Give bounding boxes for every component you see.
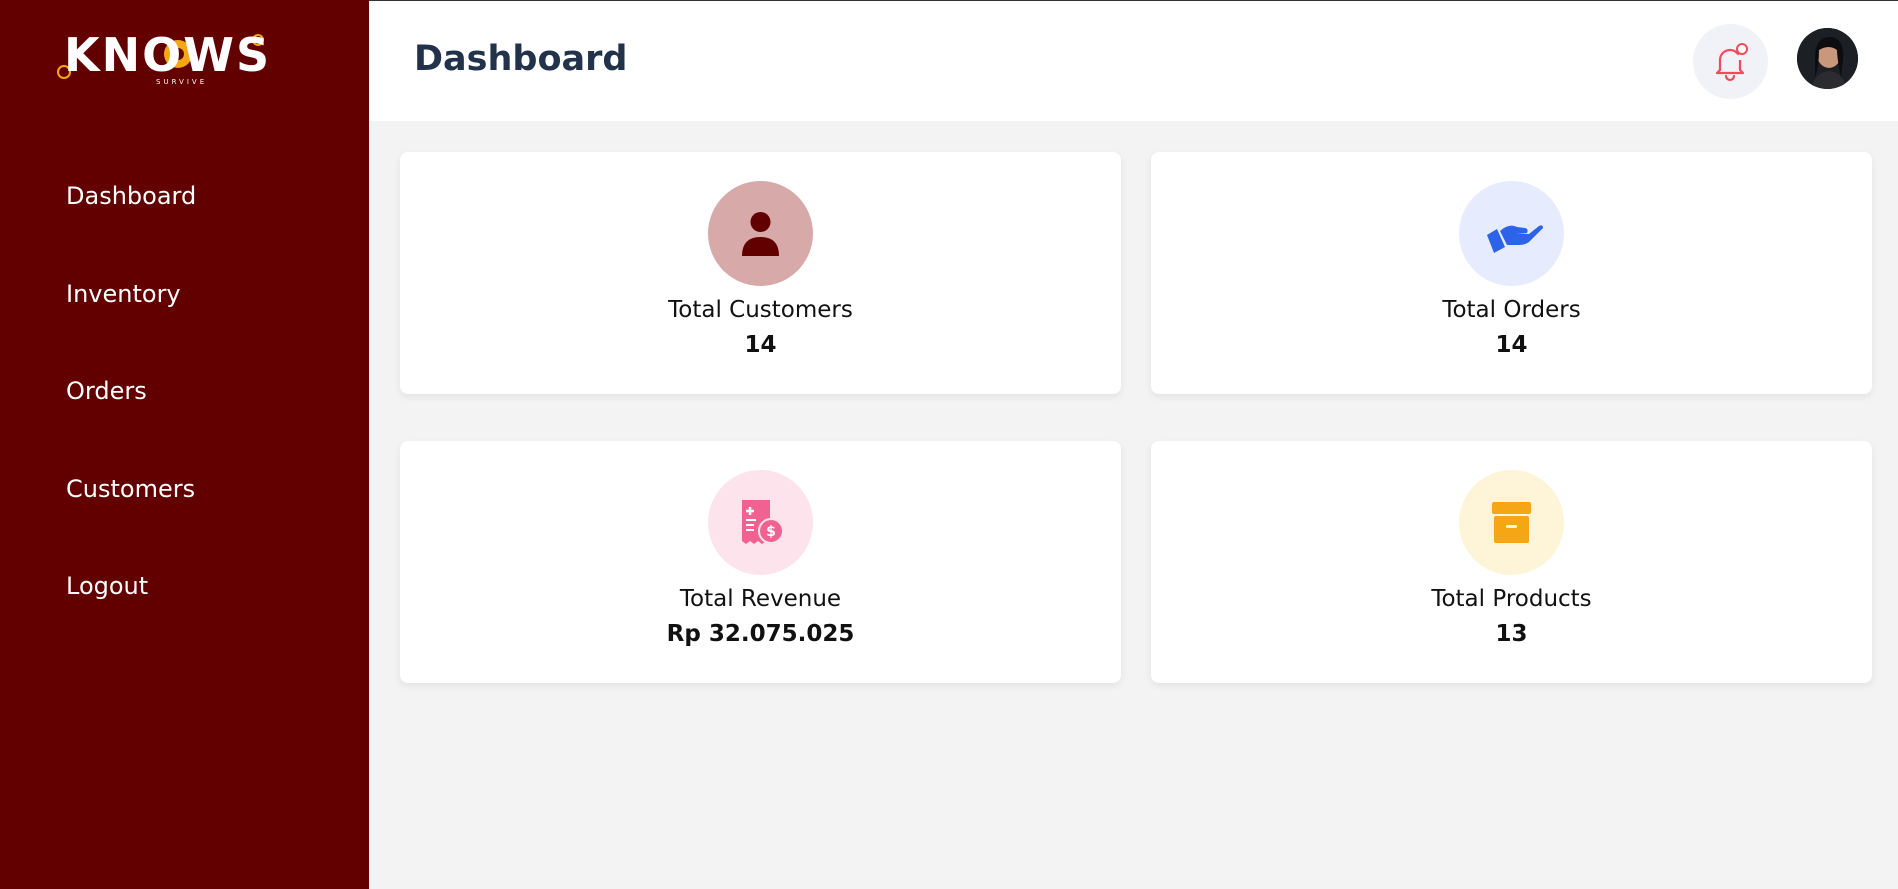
avatar[interactable] bbox=[1797, 28, 1858, 89]
bell-icon bbox=[1715, 43, 1748, 82]
card-value: 14 bbox=[1495, 332, 1528, 358]
archive-box-icon bbox=[1492, 502, 1531, 543]
card-label: Total Revenue bbox=[679, 586, 842, 612]
sidebar-item-logout[interactable]: Logout bbox=[66, 568, 196, 666]
sidebar-item-inventory[interactable]: Inventory bbox=[66, 276, 196, 374]
card-icon-wrap bbox=[708, 181, 813, 286]
sidebar-nav: Dashboard Inventory Orders Customers Log… bbox=[66, 178, 196, 666]
svg-text:$: $ bbox=[766, 524, 776, 540]
stat-card-total-revenue[interactable]: $ Total Revenue Rp 32.075.025 bbox=[400, 441, 1121, 683]
top-header: Dashboard bbox=[369, 0, 1898, 121]
card-label: Total Customers bbox=[668, 297, 853, 323]
stat-card-total-customers[interactable]: Total Customers 14 bbox=[400, 152, 1121, 394]
logo-subtext: SURVIVE bbox=[156, 78, 208, 86]
notification-button[interactable] bbox=[1693, 24, 1768, 99]
card-value: 14 bbox=[744, 332, 777, 358]
stat-card-total-orders[interactable]: Total Orders 14 bbox=[1151, 152, 1872, 394]
user-avatar-icon bbox=[1797, 28, 1858, 89]
brand-logo[interactable]: KNOWS SURVIVE bbox=[50, 28, 300, 90]
logo-text: KNOWS bbox=[64, 28, 272, 82]
card-icon-wrap bbox=[1459, 470, 1564, 575]
stat-card-total-products[interactable]: Total Products 13 bbox=[1151, 441, 1872, 683]
page-title: Dashboard bbox=[414, 39, 628, 79]
sidebar-item-dashboard[interactable]: Dashboard bbox=[66, 178, 196, 276]
card-label: Total Products bbox=[1431, 586, 1592, 612]
card-value: 13 bbox=[1495, 621, 1528, 647]
sidebar-item-customers[interactable]: Customers bbox=[66, 471, 196, 569]
card-label: Total Orders bbox=[1442, 297, 1581, 323]
sidebar: KNOWS SURVIVE Dashboard Inventory Orders… bbox=[0, 0, 369, 889]
card-icon-wrap: $ bbox=[708, 470, 813, 575]
card-value: Rp 32.075.025 bbox=[666, 621, 855, 647]
card-icon-wrap bbox=[1459, 181, 1564, 286]
hand-holding-icon bbox=[1487, 225, 1543, 253]
sidebar-item-orders[interactable]: Orders bbox=[66, 373, 196, 471]
receipt-icon: $ bbox=[742, 500, 784, 544]
user-icon bbox=[742, 212, 779, 256]
